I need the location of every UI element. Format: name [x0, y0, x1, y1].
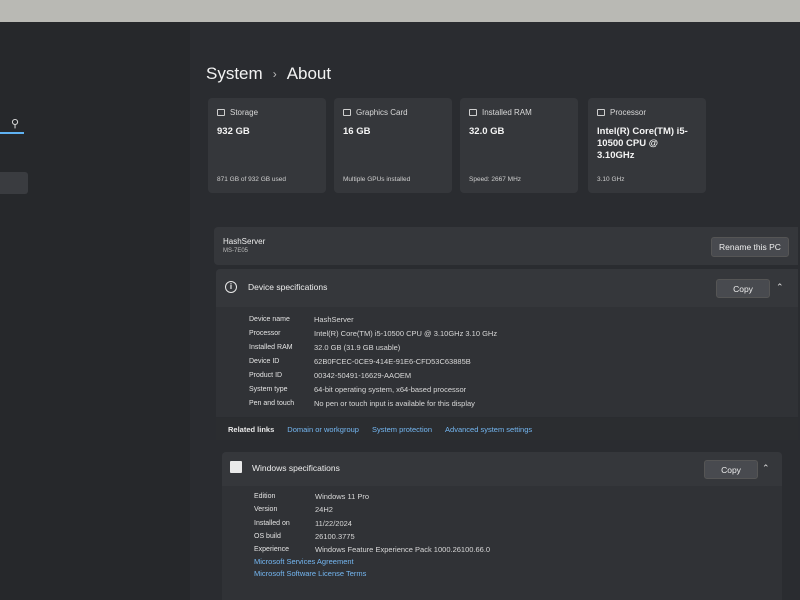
- spec-row: Version 24H2: [254, 503, 490, 516]
- spec-label: Product ID: [249, 371, 283, 379]
- card-title: Graphics Card: [356, 108, 408, 117]
- spec-value: 26100.3775: [315, 532, 355, 542]
- spec-value: 32.0 GB (31.9 GB usable): [314, 342, 401, 352]
- spec-value: HashServer: [314, 314, 354, 324]
- card-title: Storage: [230, 108, 259, 117]
- spec-row: OS build 26100.3775: [254, 530, 490, 543]
- settings-window: ⚲ System › About Storage 932 GB 871 GB o…: [0, 22, 800, 600]
- spec-row: Experience Windows Feature Experience Pac…: [254, 543, 490, 556]
- device-spec-rows: Device name HashServer Processor Intel(R) …: [249, 312, 497, 410]
- spec-value: 11/22/2024: [315, 518, 352, 528]
- breadcrumb-system[interactable]: System: [206, 64, 263, 84]
- card-subtext: Multiple GPUs installed: [343, 176, 411, 183]
- spec-label: OS build: [254, 533, 281, 541]
- device-specifications-header[interactable]: i Device specifications Copy ⌃: [216, 269, 798, 307]
- navigation-pane: ⚲: [0, 22, 190, 600]
- copy-device-specs-button[interactable]: Copy: [716, 279, 770, 298]
- card-title: Processor: [610, 108, 647, 117]
- sidebar-item-system[interactable]: [0, 172, 28, 194]
- windows-spec-rows: Edition Windows 11 Pro Version 24H2 Instal…: [254, 490, 490, 579]
- spec-label: Installed RAM: [249, 343, 293, 351]
- page-title: About: [286, 64, 332, 83]
- spec-row: Product ID 00342-50491-16629-AAOEM: [249, 368, 497, 382]
- spec-label: System type: [249, 385, 288, 393]
- chevron-up-icon[interactable]: ⌃: [776, 282, 784, 293]
- spec-label: Processor: [249, 329, 281, 337]
- graphics-card-card[interactable]: Graphics Card 16 GB Multiple GPUs instal…: [334, 98, 452, 193]
- windows-specifications-header[interactable]: Windows specifications Copy ⌃: [222, 452, 782, 486]
- pc-name: HashServer: [223, 237, 266, 246]
- spec-value: 24H2: [315, 505, 333, 515]
- services-agreement-link[interactable]: Microsoft Services Agreement: [254, 556, 490, 568]
- search-input[interactable]: ⚲: [0, 114, 24, 134]
- card-subtext: 3.10 GHz: [597, 176, 625, 183]
- spec-label: Device ID: [249, 357, 280, 365]
- spec-row: Device ID 62B0FCEC-0CE9-414E-91E6-CFD53C6…: [249, 354, 497, 368]
- spec-value: Windows Feature Experience Pack 1000.261…: [315, 545, 491, 555]
- spec-value: 64-bit operating system, x64-based proce…: [314, 384, 467, 394]
- windows-logo-icon: [230, 461, 242, 473]
- spec-label: Device name: [249, 315, 290, 323]
- pc-name-bar: HashServer MS-7E05 Rename this PC: [214, 227, 798, 265]
- processor-card[interactable]: Processor Intel(R) Core(TM) i5-10500 CPU…: [588, 98, 706, 193]
- info-icon: i: [225, 281, 237, 293]
- card-title: Installed RAM: [482, 108, 532, 117]
- spec-row: Installed on 11/22/2024: [254, 517, 490, 530]
- spec-value: 62B0FCEC-0CE9-414E-91E6-CFD53C63885B: [314, 356, 471, 366]
- spec-row: Edition Windows 11 Pro: [254, 490, 490, 503]
- breadcrumb: System › About: [206, 64, 331, 84]
- system-protection-link[interactable]: System protection: [372, 425, 432, 434]
- storage-icon: [217, 109, 225, 116]
- ram-icon: [469, 109, 477, 116]
- spec-label: Version: [254, 506, 278, 514]
- monitor-bezel: [0, 0, 800, 22]
- spec-row: Device name HashServer: [249, 312, 497, 326]
- spec-label: Pen and touch: [249, 399, 295, 407]
- storage-card[interactable]: Storage 932 GB 871 GB of 932 GB used: [208, 98, 326, 193]
- license-terms-link[interactable]: Microsoft Software License Terms: [254, 568, 490, 580]
- chevron-up-icon[interactable]: ⌃: [762, 463, 770, 474]
- card-value: 32.0 GB: [469, 126, 505, 137]
- spec-label: Experience: [254, 546, 290, 554]
- ram-card[interactable]: Installed RAM 32.0 GB Speed: 2667 MHz: [460, 98, 578, 193]
- spec-label: Edition: [254, 493, 276, 501]
- windows-specifications-panel: Windows specifications Copy ⌃ Edition Win…: [222, 452, 782, 600]
- processor-icon: [597, 109, 605, 116]
- related-links-label: Related links: [228, 424, 275, 434]
- search-icon[interactable]: ⚲: [11, 117, 19, 130]
- spec-row: Processor Intel(R) Core(TM) i5-10500 CPU …: [249, 326, 497, 340]
- card-value: 932 GB: [217, 126, 250, 137]
- section-title: Windows specifications: [252, 463, 340, 473]
- spec-label: Installed on: [254, 519, 290, 527]
- copy-windows-specs-button[interactable]: Copy: [704, 460, 758, 479]
- related-links-bar: Related links Domain or workgroup System…: [216, 418, 798, 440]
- domain-workgroup-link[interactable]: Domain or workgroup: [287, 425, 359, 434]
- spec-value: Windows 11 Pro: [315, 492, 370, 502]
- pc-model: MS-7E05: [223, 248, 249, 254]
- spec-row: Installed RAM 32.0 GB (31.9 GB usable): [249, 340, 497, 354]
- card-value: 16 GB: [343, 126, 371, 137]
- card-subtext: Speed: 2667 MHz: [469, 176, 522, 183]
- spec-row: System type 64-bit operating system, x64-…: [249, 382, 497, 396]
- breadcrumb-separator: ›: [272, 67, 277, 81]
- card-value: Intel(R) Core(TM) i5-10500 CPU @ 3.10GHz: [597, 126, 688, 161]
- rename-pc-button[interactable]: Rename this PC: [711, 237, 789, 257]
- spec-row: Pen and touch No pen or touch input is av…: [249, 396, 497, 410]
- spec-value: 00342-50491-16629-AAOEM: [314, 370, 412, 380]
- advanced-system-settings-link[interactable]: Advanced system settings: [445, 425, 532, 434]
- card-subtext: 871 GB of 932 GB used: [217, 176, 287, 183]
- section-title: Device specifications: [248, 282, 328, 292]
- graphics-card-icon: [343, 109, 351, 116]
- spec-value: No pen or touch input is available for t…: [314, 398, 475, 408]
- spec-value: Intel(R) Core(TM) i5-10500 CPU @ 3.10GHz…: [314, 328, 498, 338]
- device-specifications-panel: i Device specifications Copy ⌃ Device na…: [216, 269, 798, 417]
